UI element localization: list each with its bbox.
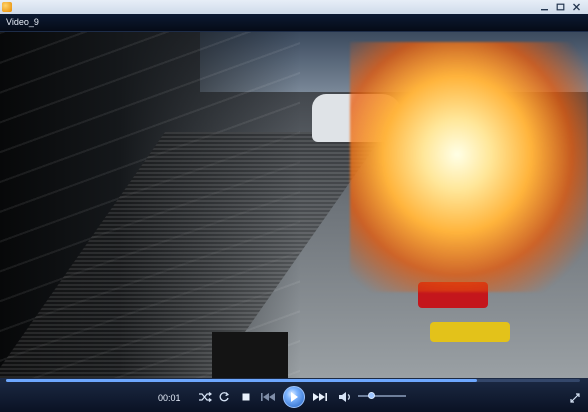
next-icon (313, 393, 327, 401)
yellow-floor-jack (430, 322, 510, 342)
repeat-button[interactable] (215, 388, 233, 406)
previous-icon (261, 393, 275, 401)
video-header: Video_9 (0, 14, 588, 32)
fullscreen-button[interactable] (569, 392, 581, 404)
app-icon (2, 2, 12, 12)
video-title: Video_9 (6, 17, 39, 27)
repeat-icon (219, 392, 230, 402)
seek-progress (6, 379, 477, 382)
video-frame[interactable] (0, 32, 588, 378)
play-button[interactable] (283, 386, 305, 408)
player-controls: 00:01 (0, 378, 588, 412)
window-controls (538, 2, 582, 12)
volume-slider[interactable] (358, 395, 406, 397)
elapsed-time: 00:01 (158, 393, 181, 403)
window-titlebar (0, 0, 588, 14)
floor-mat (212, 332, 288, 378)
next-button[interactable] (311, 388, 329, 406)
play-icon (291, 392, 298, 402)
seek-bar[interactable] (6, 379, 580, 382)
fullscreen-icon (570, 393, 580, 403)
speaker-icon (339, 392, 350, 402)
mute-button[interactable] (336, 388, 354, 406)
fire-effect (350, 42, 588, 292)
close-icon[interactable] (570, 2, 582, 12)
minimize-icon[interactable] (538, 2, 550, 12)
previous-button[interactable] (259, 388, 277, 406)
stop-button[interactable] (237, 388, 255, 406)
maximize-icon[interactable] (554, 2, 566, 12)
shuffle-icon (199, 392, 212, 402)
volume-handle[interactable] (368, 392, 375, 399)
shuffle-button[interactable] (196, 388, 214, 406)
stop-icon (242, 393, 250, 401)
